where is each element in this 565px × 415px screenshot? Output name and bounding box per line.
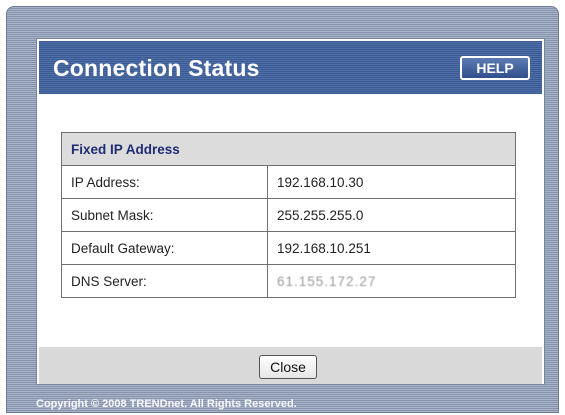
dns-server-value: 61.155.172.27 [267, 264, 516, 298]
table-row: DNS Server: 61.155.172.27 [61, 264, 516, 298]
fixed-ip-table: Fixed IP Address IP Address: 192.168.10.… [61, 132, 516, 298]
close-button[interactable]: Close [259, 355, 317, 379]
ip-address-label: IP Address: [61, 165, 268, 199]
connection-status-panel: Connection Status HELP Fixed IP Address … [36, 38, 545, 385]
help-button[interactable]: HELP [460, 56, 530, 80]
table-row: Subnet Mask: 255.255.255.0 [61, 198, 516, 232]
subnet-mask-label: Subnet Mask: [61, 198, 268, 232]
page-title: Connection Status [53, 55, 260, 81]
panel-header: Connection Status HELP [39, 41, 542, 94]
copyright-text: Copyright © 2008 TRENDnet. All Rights Re… [36, 398, 297, 410]
ip-address-value: 192.168.10.30 [267, 165, 516, 199]
panel-footer: Close [39, 347, 542, 384]
default-gateway-label: Default Gateway: [61, 231, 268, 265]
table-row: Default Gateway: 192.168.10.251 [61, 231, 516, 265]
subnet-mask-value: 255.255.255.0 [267, 198, 516, 232]
table-header-row: Fixed IP Address [61, 132, 516, 166]
table-row: IP Address: 192.168.10.30 [61, 165, 516, 199]
dns-server-label: DNS Server: [61, 264, 268, 298]
default-gateway-value: 192.168.10.251 [267, 231, 516, 265]
section-title: Fixed IP Address [61, 132, 516, 166]
